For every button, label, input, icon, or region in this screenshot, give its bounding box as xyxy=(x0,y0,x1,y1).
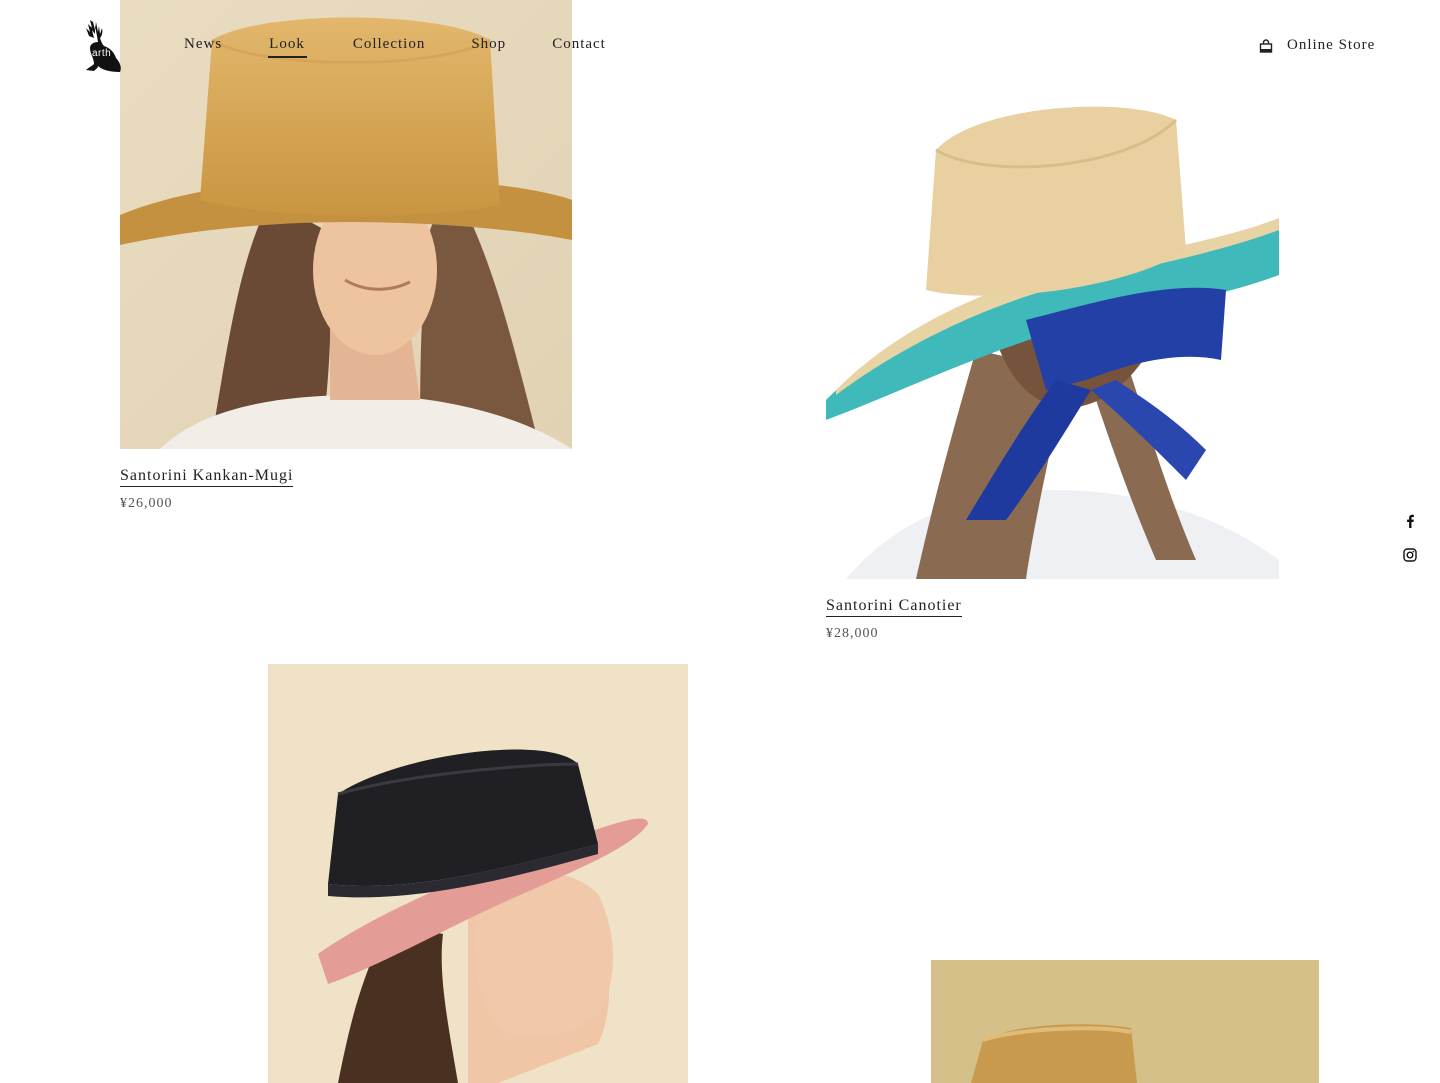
product-card[interactable] xyxy=(931,960,1319,1083)
product-name[interactable]: Santorini Kankan-Mugi xyxy=(120,467,294,487)
nav-news[interactable]: News xyxy=(184,36,222,58)
nav-look[interactable]: Look xyxy=(268,36,307,58)
product-name[interactable]: Santorini Canotier xyxy=(826,597,962,617)
product-price: ¥26,000 xyxy=(120,496,173,511)
nav-shop[interactable]: Shop xyxy=(471,36,506,58)
product-card[interactable]: Santorini Kankan-Mugi ¥26,000 xyxy=(120,0,572,512)
product-photo-woman-straw-boater[interactable] xyxy=(120,0,572,449)
jackalope-logo-icon xyxy=(86,20,121,72)
online-store-link[interactable]: Online Store xyxy=(1259,37,1375,54)
main-nav: News Look Collection Shop Contact xyxy=(184,36,652,58)
logo-wordmark: arth xyxy=(92,48,112,59)
product-image xyxy=(826,90,1279,579)
product-image xyxy=(120,0,572,449)
facebook-icon[interactable] xyxy=(1405,514,1415,528)
page: arth News Look Collection Shop Contact O… xyxy=(0,0,1440,1083)
nav-collection[interactable]: Collection xyxy=(353,36,426,58)
online-store-label: Online Store xyxy=(1287,37,1376,53)
product-photo-woman-back-straw-hat[interactable] xyxy=(826,90,1279,579)
nav-contact[interactable]: Contact xyxy=(552,36,606,58)
brand-logo[interactable] xyxy=(76,18,124,74)
product-card[interactable] xyxy=(268,664,688,1083)
product-photo-straw-hat[interactable] xyxy=(931,960,1319,1083)
product-image xyxy=(268,664,688,1083)
product-card[interactable]: Santorini Canotier ¥28,000 xyxy=(826,90,1279,642)
shopping-bag-icon xyxy=(1259,38,1273,53)
product-photo-woman-black-hat[interactable] xyxy=(268,664,688,1083)
social-links xyxy=(1401,514,1419,562)
product-image xyxy=(931,960,1319,1083)
instagram-icon[interactable] xyxy=(1403,548,1417,562)
product-price: ¥28,000 xyxy=(826,626,879,641)
